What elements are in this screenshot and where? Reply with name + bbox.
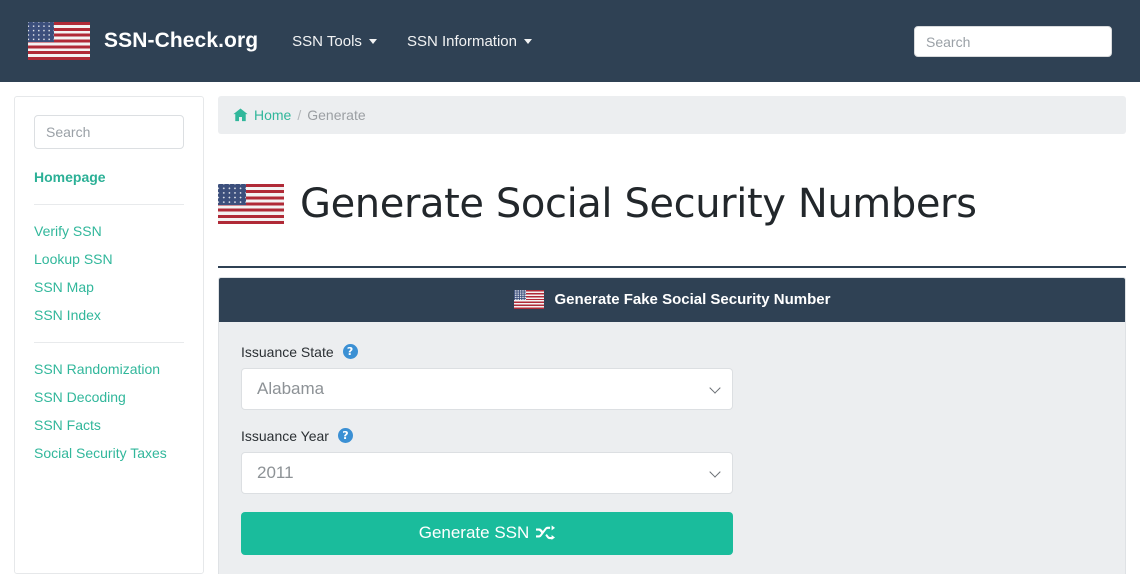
us-flag-icon [218, 183, 284, 224]
sidebar-item-verify-ssn[interactable]: Verify SSN [34, 217, 184, 245]
generate-ssn-button-label: Generate SSN [418, 523, 530, 543]
sidebar-item-ssn-randomization[interactable]: SSN Randomization [34, 355, 184, 383]
card-body: Issuance State ? Alabama Issuance Year ?… [219, 322, 1125, 574]
issuance-state-select-value[interactable]: Alabama [241, 367, 733, 410]
sidebar-item-ssn-decoding[interactable]: SSN Decoding [34, 383, 184, 411]
home-icon [233, 108, 248, 122]
sidebar-divider-2 [34, 342, 184, 343]
us-flag-icon [513, 290, 544, 310]
sidebar-search-input[interactable] [34, 115, 184, 149]
caret-down-icon [368, 38, 377, 44]
breadcrumb: Home / Generate [218, 96, 1126, 134]
nav-item-ssn-tools-label: SSN Tools [292, 32, 362, 50]
sidebar-item-social-security-taxes[interactable]: Social Security Taxes [34, 439, 184, 467]
navbar-search-input[interactable] [914, 26, 1112, 57]
page-title-row: Generate Social Security Numbers [218, 134, 1126, 268]
navbar-links: SSN Tools SSN Information [292, 33, 532, 50]
brand-group[interactable]: SSN-Check.org [28, 22, 258, 60]
issuance-state-label-text: Issuance State [241, 343, 334, 360]
breadcrumb-current: Generate [307, 107, 366, 123]
nav-item-ssn-tools[interactable]: SSN Tools [292, 33, 377, 50]
nav-item-ssn-information-label: SSN Information [406, 32, 517, 50]
issuance-year-select[interactable]: 2011 [241, 451, 733, 494]
issuance-year-label-text: Issuance Year [241, 427, 329, 444]
sidebar-item-ssn-map[interactable]: SSN Map [34, 273, 184, 301]
sidebar-item-ssn-facts[interactable]: SSN Facts [34, 411, 184, 439]
sidebar-item-lookup-ssn[interactable]: Lookup SSN [34, 245, 184, 273]
brand-title[interactable]: SSN-Check.org [104, 29, 258, 53]
issuance-state-select[interactable]: Alabama [241, 367, 733, 410]
issuance-year-select-value[interactable]: 2011 [241, 451, 733, 494]
nav-item-ssn-information[interactable]: SSN Information [407, 33, 532, 50]
caret-down-icon [523, 38, 532, 44]
issuance-state-label: Issuance State ? [241, 344, 1103, 360]
top-navbar: SSN-Check.org SSN Tools SSN Information [0, 0, 1140, 82]
main-content: Home / Generate Generate Social Security… [218, 96, 1126, 574]
shuffle-icon [536, 525, 556, 541]
page-title: Generate Social Security Numbers [300, 180, 977, 227]
generate-ssn-card: Generate Fake Social Security Number Iss… [218, 276, 1126, 574]
breadcrumb-home-link[interactable]: Home [233, 107, 291, 123]
issuance-year-label: Issuance Year ? [241, 428, 1103, 444]
sidebar-item-homepage[interactable]: Homepage [34, 163, 184, 191]
sidebar-divider-1 [34, 204, 184, 205]
breadcrumb-separator: / [297, 107, 302, 123]
generate-ssn-button[interactable]: Generate SSN [241, 511, 733, 555]
us-flag-icon [28, 22, 90, 60]
breadcrumb-home-label: Home [254, 107, 292, 123]
page-body: Homepage Verify SSN Lookup SSN SSN Map S… [0, 82, 1140, 574]
card-header: Generate Fake Social Security Number [219, 277, 1125, 322]
question-circle-icon[interactable]: ? [337, 428, 353, 444]
sidebar-item-ssn-index[interactable]: SSN Index [34, 301, 184, 329]
question-circle-icon[interactable]: ? [342, 344, 358, 360]
sidebar: Homepage Verify SSN Lookup SSN SSN Map S… [14, 96, 204, 574]
card-header-title: Generate Fake Social Security Number [554, 291, 831, 309]
